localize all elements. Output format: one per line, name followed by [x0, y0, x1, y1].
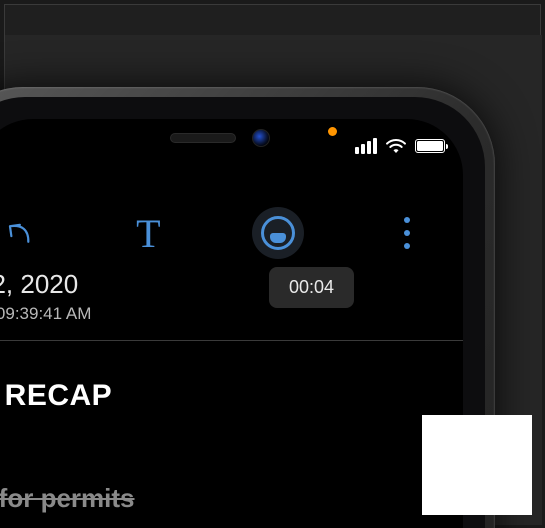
- undo-icon: [3, 217, 35, 249]
- record-icon: [261, 216, 295, 250]
- phone-bezel: T 22, 2020: [0, 97, 485, 528]
- battery-icon: [415, 139, 445, 153]
- note-date: 22, 2020: [0, 269, 463, 300]
- more-button[interactable]: [381, 207, 433, 259]
- undo-button[interactable]: [0, 207, 45, 259]
- recording-indicator-dot: [328, 127, 337, 136]
- phone-screen: T 22, 2020: [0, 119, 463, 528]
- note-content: 22, 2020 at 09:39:41 AM 00:04 T RECAP y …: [0, 269, 463, 528]
- note-line-1[interactable]: y for permits: [0, 483, 463, 514]
- cellular-signal-icon: [355, 138, 377, 154]
- image-frame: T 22, 2020: [4, 4, 541, 524]
- divider: [0, 340, 463, 341]
- photo-area: T 22, 2020: [5, 35, 542, 525]
- editor-toolbar: T: [0, 205, 463, 261]
- text-format-button[interactable]: T: [122, 207, 174, 259]
- recording-timer: 00:04: [269, 267, 354, 308]
- record-button[interactable]: [252, 207, 304, 259]
- status-bar: [355, 129, 445, 163]
- more-icon: [404, 217, 410, 249]
- notch: [95, 119, 345, 157]
- front-camera: [252, 129, 270, 147]
- phone-body: T 22, 2020: [0, 87, 495, 528]
- overlay-box: [422, 415, 532, 515]
- wifi-icon: [385, 138, 407, 154]
- speaker-grille: [170, 133, 236, 143]
- text-format-icon: T: [136, 210, 160, 257]
- note-timestamp: at 09:39:41 AM: [0, 304, 463, 324]
- note-title[interactable]: T RECAP: [0, 379, 463, 413]
